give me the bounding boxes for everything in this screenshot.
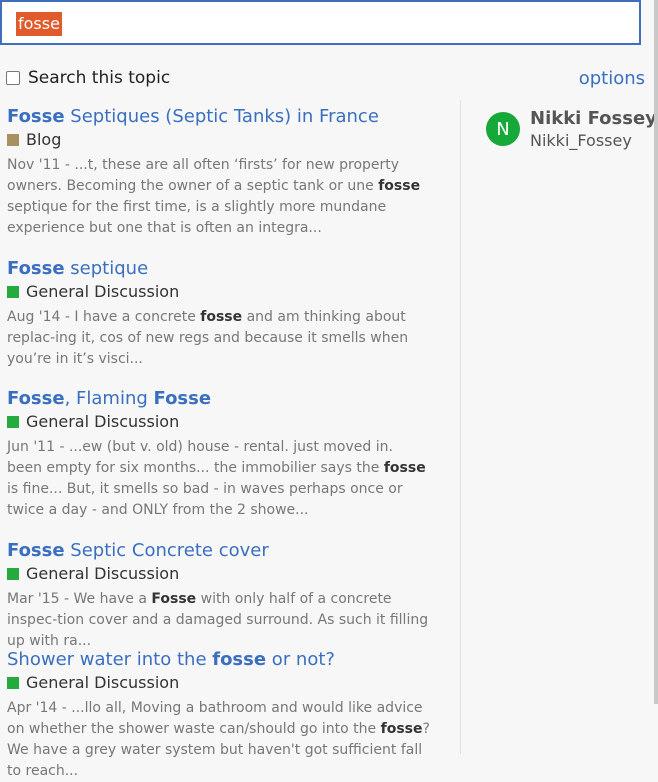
text-segment: Aug '14 - I have a concrete (7, 309, 201, 325)
search-this-topic-checkbox[interactable] (6, 71, 20, 85)
search-query-text: fosse (16, 12, 62, 36)
highlight-term: Fosse (7, 540, 65, 561)
result-blurb: Apr '14 - ...llo all, Moving a bathroom … (7, 698, 432, 782)
text-segment: Septiques (Septic Tanks) in France (64, 106, 379, 127)
highlight-term: fosse (212, 649, 267, 670)
category-label: Blog (26, 130, 62, 149)
category-label: General Discussion (26, 412, 180, 431)
highlight-term: Fosse (7, 106, 65, 127)
text-segment: Septic Concrete cover (64, 540, 269, 561)
highlight-term: fosse (378, 178, 421, 194)
text-segment: septique (64, 258, 149, 279)
column-divider (460, 100, 461, 754)
category-label: General Discussion (26, 282, 180, 301)
search-input[interactable]: fosse (0, 0, 641, 45)
scrollbar[interactable] (654, 0, 658, 704)
avatar: N (486, 112, 520, 146)
search-result-item: Shower water into the fosse or not? Gener… (7, 648, 432, 782)
text-segment: , Flaming (64, 388, 154, 409)
result-blurb: Aug '14 - I have a concrete fosse and am… (7, 307, 432, 370)
highlight-term: fosse (200, 309, 243, 325)
search-result-item: Fosse Septic Concrete cover General Discu… (7, 539, 432, 652)
text-segment: septique for the first time, is a slight… (7, 199, 387, 236)
user-result[interactable]: N Nikki Fossey Nikki_Fossey (486, 108, 657, 152)
result-category[interactable]: General Discussion (7, 411, 432, 433)
highlight-term: fosse (383, 460, 426, 476)
text-segment: Nov '11 - ...t, these are all often ‘fir… (7, 157, 400, 194)
result-category[interactable]: General Discussion (7, 672, 432, 694)
highlight-term: fosse (380, 721, 423, 737)
result-blurb: Mar '15 - We have a Fosse with only half… (7, 589, 432, 652)
result-category[interactable]: General Discussion (7, 563, 432, 585)
result-category[interactable]: General Discussion (7, 281, 432, 303)
result-title-link[interactable]: Fosse Septic Concrete cover (7, 539, 432, 563)
category-label: General Discussion (26, 673, 180, 692)
text-segment: Shower water into the (7, 649, 213, 670)
category-color-badge (7, 677, 19, 689)
options-link[interactable]: options (579, 68, 645, 89)
text-segment: Jun '11 - ...ew (but v. old) house - ren… (7, 439, 393, 476)
search-result-item: Fosse septique General Discussion Aug '14 … (7, 257, 432, 370)
category-color-badge (7, 134, 19, 146)
result-title-link[interactable]: Shower water into the fosse or not? (7, 648, 432, 672)
category-label: General Discussion (26, 564, 180, 583)
text-segment: or not? (266, 649, 335, 670)
user-name: Nikki Fossey (530, 108, 657, 129)
highlight-term: Fosse (153, 388, 212, 409)
search-this-topic-row[interactable]: Search this topic (6, 66, 170, 90)
search-result-item: Fosse, Flaming Fosse General Discussion Ju… (7, 387, 432, 521)
result-title-link[interactable]: Fosse Septiques (Septic Tanks) in France (7, 105, 432, 129)
search-this-topic-label: Search this topic (28, 68, 171, 88)
category-color-badge (7, 416, 19, 428)
result-category[interactable]: Blog (7, 129, 432, 151)
text-segment: is fine... But, it smells so bad - in wa… (7, 481, 403, 518)
category-color-badge (7, 286, 19, 298)
result-title-link[interactable]: Fosse septique (7, 257, 432, 281)
text-segment: Mar '15 - We have a (7, 591, 152, 607)
user-handle: Nikki_Fossey (530, 131, 632, 150)
category-color-badge (7, 568, 19, 580)
highlight-term: Fosse (7, 258, 65, 279)
highlight-term: Fosse (151, 591, 197, 607)
result-blurb: Nov '11 - ...t, these are all often ‘fir… (7, 155, 432, 239)
result-title-link[interactable]: Fosse, Flaming Fosse (7, 387, 432, 411)
text-segment: Apr '14 - ...llo all, Moving a bathroom … (7, 700, 423, 737)
highlight-term: Fosse (7, 388, 65, 409)
search-result-item: Fosse Septiques (Septic Tanks) in France… (7, 105, 432, 239)
result-blurb: Jun '11 - ...ew (but v. old) house - ren… (7, 437, 432, 521)
